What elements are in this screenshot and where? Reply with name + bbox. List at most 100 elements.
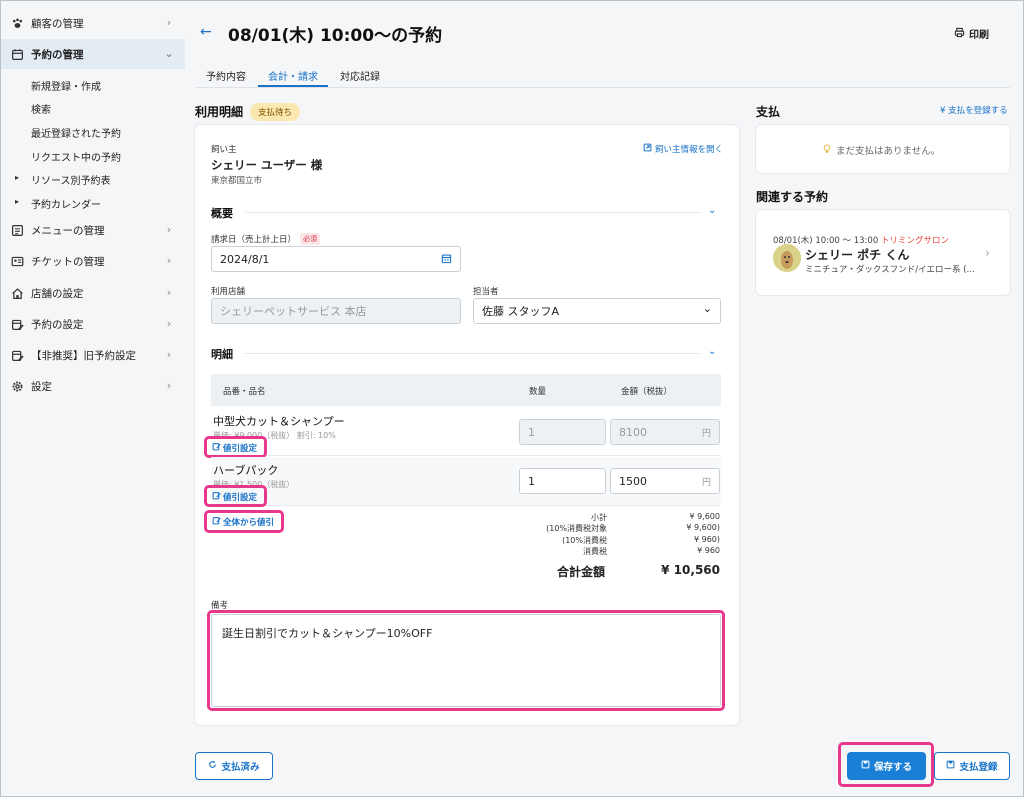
divider xyxy=(245,353,700,354)
sidebar-item-customers[interactable]: 顧客の管理 › xyxy=(1,8,185,38)
chevron-right-icon: › xyxy=(166,378,172,392)
calendar-icon[interactable] xyxy=(441,253,452,267)
sidebar-item-menu[interactable]: メニューの管理 › xyxy=(1,215,185,245)
back-arrow-icon[interactable]: ← xyxy=(200,24,212,40)
list-icon xyxy=(9,222,25,238)
subtotal-label: 小計 xyxy=(591,513,607,522)
whole-discount-link[interactable]: 全体から値引 xyxy=(212,516,274,528)
highlight-box xyxy=(207,610,725,711)
save-button[interactable]: 保存する xyxy=(847,752,926,780)
chevron-right-icon: › xyxy=(166,285,172,299)
sidebar-item-settings[interactable]: 設定 › xyxy=(1,371,185,401)
save-icon xyxy=(946,760,955,772)
usage-title: 利用明細 xyxy=(195,105,244,119)
owner-name: シェリー ユーザー 様 xyxy=(211,158,323,172)
sidebar-item-label: 設定 xyxy=(31,380,52,393)
page-title: 08/01(木) 10:00〜の予約 xyxy=(228,26,443,46)
print-button[interactable]: 印刷 xyxy=(954,26,989,41)
tax-value: ¥ 960 xyxy=(697,546,720,555)
sidebar-item-legacy-settings[interactable]: 【非推奨】旧予約設定 › xyxy=(1,340,185,370)
sidebar-sub-calendar[interactable]: 予約カレンダー xyxy=(15,196,101,211)
register-payment-link[interactable]: ¥ 支払を登録する xyxy=(940,104,1008,116)
lightbulb-icon xyxy=(822,143,832,157)
chevron-right-icon: › xyxy=(166,222,172,236)
owner-label: 飼い主 xyxy=(211,145,237,155)
paid-button[interactable]: 支払済み xyxy=(195,752,273,780)
sidebar-sub-resource[interactable]: リソース別予約表 xyxy=(15,172,110,187)
summary-heading: 概要 xyxy=(211,207,233,220)
sidebar-item-label: 顧客の管理 xyxy=(31,17,84,30)
sidebar-sub-recent[interactable]: 最近登録された予約 xyxy=(31,125,121,140)
bill-date-input[interactable]: 2024/8/1 xyxy=(211,246,461,272)
total-label: 合計金額 xyxy=(557,565,606,579)
store-label: 利用店舗 xyxy=(211,287,246,297)
detail-heading: 明細 xyxy=(211,348,233,361)
calendar-icon xyxy=(9,46,25,62)
payment-title: 支払 xyxy=(756,105,781,119)
table-header: 品番・品名 数量 金額（税抜） xyxy=(211,374,721,406)
tax10-label: (10%消費税 xyxy=(562,536,607,545)
staff-label: 担当者 xyxy=(473,287,499,297)
bill-date-label: 請求日（売上計上日） xyxy=(211,235,297,245)
item-name: 中型犬カット＆シャンプー xyxy=(213,415,345,428)
qty-input[interactable]: 1 xyxy=(519,468,606,494)
chevron-down-icon[interactable]: ⌄ xyxy=(708,346,716,357)
subtotal-value: ¥ 9,600 xyxy=(689,512,720,521)
chevron-right-icon: › xyxy=(166,347,172,361)
sidebar-item-label: 店舗の設定 xyxy=(31,287,84,300)
chevron-down-icon: ⌄ xyxy=(702,302,712,315)
paw-icon xyxy=(9,15,25,31)
qty-input: 1 xyxy=(519,419,606,445)
tab-records[interactable]: 対応記録 xyxy=(340,68,380,83)
chevron-right-icon: › xyxy=(985,246,990,260)
related-date: 08/01(木) 10:00 〜 13:00 トリミングサロン xyxy=(773,236,949,246)
col-item: 品番・品名 xyxy=(223,387,266,397)
sidebar-item-label: 予約の管理 xyxy=(31,48,84,61)
printer-icon xyxy=(954,27,965,41)
related-pet-name: シェリー ポチ くん xyxy=(805,248,910,262)
save-icon xyxy=(861,760,870,772)
avatar xyxy=(773,244,801,272)
col-amount: 金額（税抜） xyxy=(621,387,673,397)
ticket-icon xyxy=(9,253,25,269)
status-badge: 支払待ち xyxy=(250,103,301,121)
sidebar-item-reservation-settings[interactable]: 予約の設定 › xyxy=(1,309,185,339)
register-payment-button[interactable]: 支払登録 xyxy=(934,752,1010,780)
divider xyxy=(245,212,700,213)
sidebar-item-reservations[interactable]: 予約の管理 ⌄ xyxy=(1,39,185,69)
owner-address: 東京都国立市 xyxy=(211,176,263,186)
sidebar-item-store[interactable]: 店舗の設定 › xyxy=(1,278,185,308)
chevron-right-icon: › xyxy=(166,253,172,267)
edit-calendar-icon xyxy=(9,347,25,363)
active-tab-indicator xyxy=(258,85,328,87)
sidebar-sub-new[interactable]: 新規登録・作成 xyxy=(31,78,101,93)
chevron-down-icon[interactable]: ⌄ xyxy=(708,205,716,216)
discount-setting-link[interactable]: 値引設定 xyxy=(212,442,257,454)
sidebar-sub-search[interactable]: 検索 xyxy=(31,101,51,116)
related-title: 関連する予約 xyxy=(756,190,829,204)
tab-billing[interactable]: 会計・請求 xyxy=(268,68,318,83)
chevron-down-icon: ⌄ xyxy=(164,46,174,60)
staff-select[interactable]: 佐藤 スタッフA ⌄ xyxy=(473,298,721,324)
edit-icon xyxy=(212,491,221,503)
discount-setting-link[interactable]: 値引設定 xyxy=(212,491,257,503)
amount-input: 8100 円 xyxy=(610,419,720,445)
open-owner-link[interactable]: 飼い主情報を開く xyxy=(643,143,723,155)
col-qty: 数量 xyxy=(529,387,547,397)
required-badge: 必須 xyxy=(300,233,320,245)
home-icon xyxy=(9,285,25,301)
item-name: ハーブパック xyxy=(213,464,279,477)
tab-reservation-details[interactable]: 予約内容 xyxy=(206,68,246,83)
sidebar-item-label: 予約の設定 xyxy=(31,318,84,331)
sidebar-item-label: 【非推奨】旧予約設定 xyxy=(31,349,136,362)
gear-icon xyxy=(9,378,25,394)
empty-payment: まだ支払はありません。 xyxy=(822,143,940,157)
chevron-right-icon: › xyxy=(166,316,172,330)
edit-icon xyxy=(212,442,221,454)
tax10-value: ¥ 960) xyxy=(693,535,720,544)
sidebar-item-tickets[interactable]: チケットの管理 › xyxy=(1,246,185,276)
edit-icon xyxy=(212,516,221,528)
amount-input[interactable]: 1500 円 xyxy=(610,468,720,494)
sidebar-item-label: チケットの管理 xyxy=(31,255,105,268)
sidebar-sub-requests[interactable]: リクエスト中の予約 xyxy=(31,149,121,164)
